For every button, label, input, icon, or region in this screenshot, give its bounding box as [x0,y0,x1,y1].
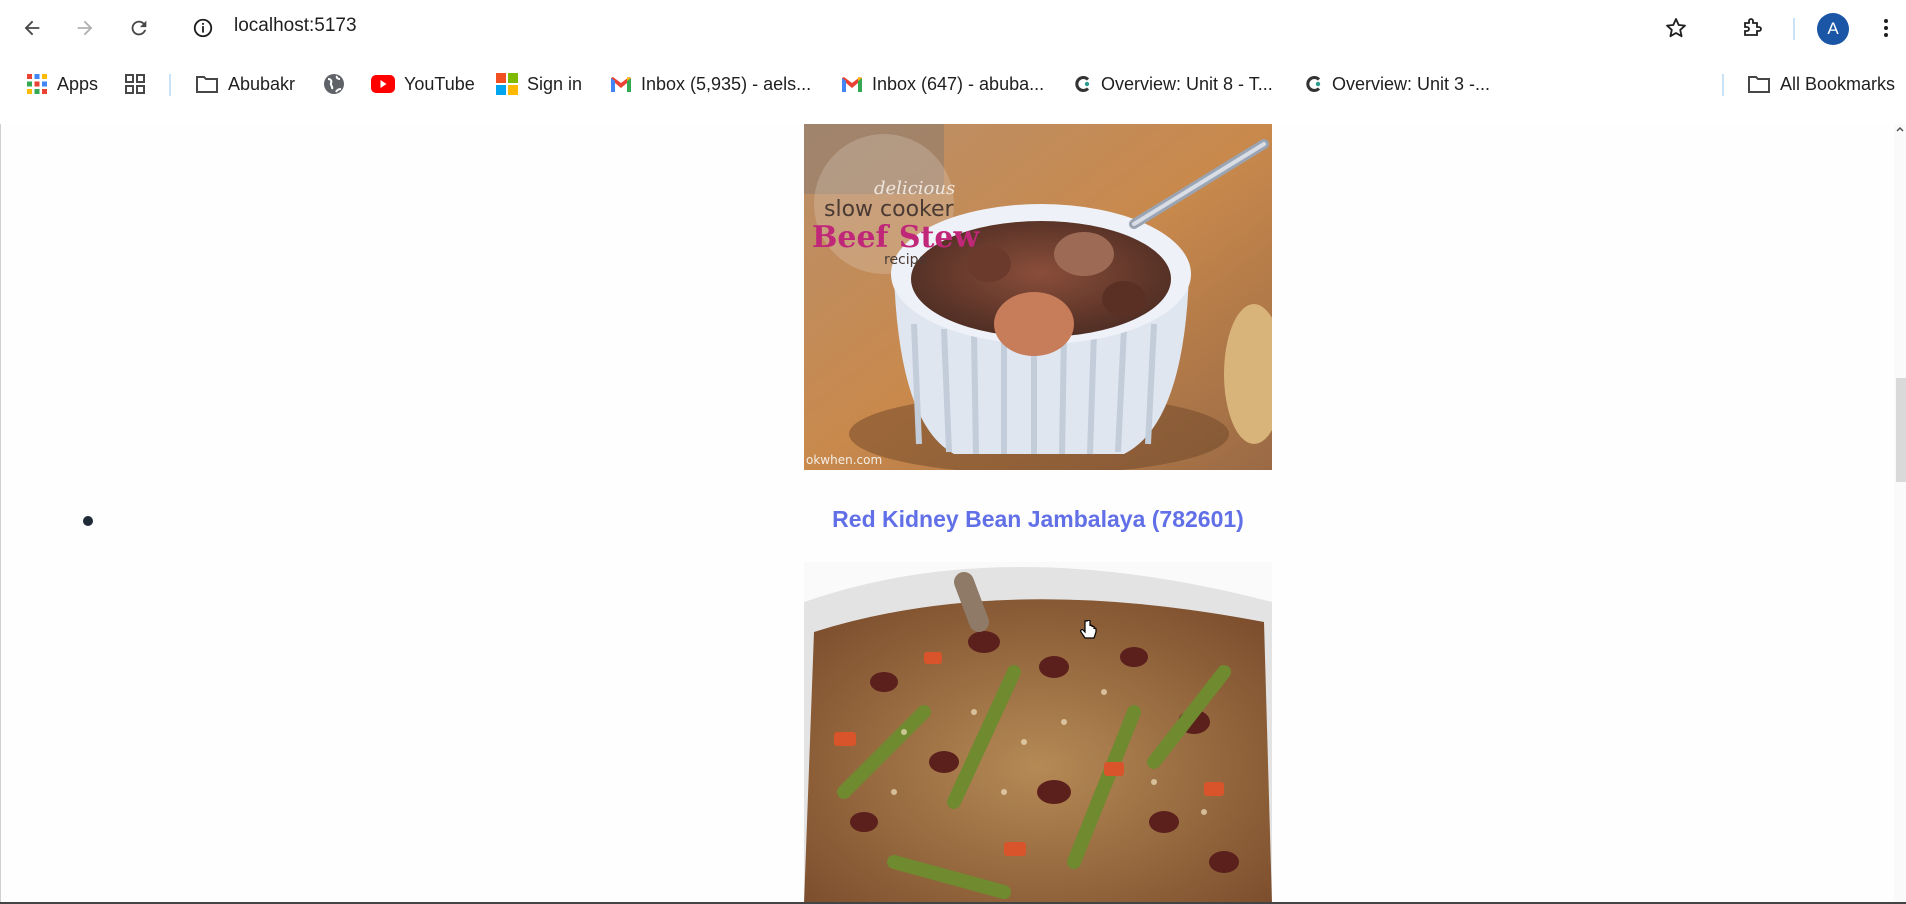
bookmark-signin-label: Sign in [527,73,583,94]
photo-caption-slow-cooker: slow cooker [824,197,955,222]
globe-icon [324,74,344,94]
photo-caption-beef-stew: Beef Stew [812,220,980,255]
back-arrow-icon [24,20,40,36]
recipe-image-jambalaya[interactable] [804,562,1272,904]
bookmark-apps-label: Apps [57,73,99,94]
bookmark-youtube[interactable]: YouTube [371,70,475,98]
bookmarks-divider [169,74,171,96]
bookmark-inbox-2-label: Inbox (647) - abuba... [872,73,1045,94]
page-scrollbar[interactable] [1894,124,1906,904]
photo-caption-recipe: recipe [884,252,927,268]
beef-stew-photo: delicious slow cooker Beef Stew recipe o… [804,124,1272,470]
course-logo-icon [1306,76,1321,92]
menu-button[interactable] [1870,12,1902,44]
gmail-icon [611,76,631,92]
gmail-icon [842,76,862,92]
microsoft-icon [496,73,518,95]
bookmark-inbox-2[interactable]: Inbox (647) - abuba... [841,70,1044,98]
page-content: delicious slow cooker Beef Stew recipe o… [0,124,1906,904]
bookmark-all[interactable]: All Bookmarks [1747,70,1895,98]
reload-button[interactable] [123,12,155,44]
apps-grid-icon [27,74,47,94]
recipe-image-beef-stew[interactable]: delicious slow cooker Beef Stew recipe o… [804,124,1272,470]
bookmark-overview-2-label: Overview: Unit 3 -... [1332,73,1491,94]
bookmark-apps[interactable]: Apps [26,70,98,98]
jambalaya-photo [804,562,1272,904]
bookmark-inbox-1[interactable]: Inbox (5,935) - aels... [610,70,811,98]
bookmark-youtube-label: YouTube [404,73,475,94]
address-bar[interactable]: localhost:5173 [234,15,357,37]
back-button[interactable] [16,12,48,44]
photo-caption-delicious: delicious [874,178,955,199]
photo-watermark: okwhen.com [806,453,882,467]
puzzle-icon [1744,18,1762,36]
reload-icon [131,20,147,36]
youtube-icon [371,75,395,93]
bookmarks-divider-right [1722,74,1724,96]
bookmark-globe[interactable] [323,70,345,98]
hand-cursor-icon [1080,620,1097,639]
bookmarks-bar: Apps Abubakr YouTube Sign in Inbox (5,93… [0,64,1906,104]
bookmark-folder-abubakr-label: Abubakr [228,73,296,94]
browser-toolbar: localhost:5173 A [0,0,1906,56]
tab-groups-icon [125,74,145,94]
recipe-link-red-kidney-bean-jambalaya[interactable]: Red Kidney Bean Jambalaya (782601) [1,506,1906,533]
extensions-button[interactable] [1736,12,1768,44]
bookmark-signin[interactable]: Sign in [496,70,582,98]
bookmark-overview-1-label: Overview: Unit 8 - T... [1101,73,1273,94]
folder-icon [196,76,218,93]
toolbar-divider [1793,18,1795,40]
star-icon [1666,18,1686,38]
more-vert-icon [1884,19,1888,37]
browser-chrome: localhost:5173 A Apps Abubakr YouTube Si… [0,0,1906,124]
tab-groups-button[interactable] [124,70,146,98]
forward-arrow-icon [77,20,93,36]
bookmark-all-label: All Bookmarks [1780,73,1896,94]
scroll-up-arrow-icon[interactable] [1895,124,1905,134]
bookmark-folder-abubakr[interactable]: Abubakr [195,70,295,98]
site-info-icon[interactable] [192,17,214,39]
bookmark-star-button[interactable] [1660,12,1692,44]
course-logo-icon [1075,76,1090,92]
bookmark-inbox-1-label: Inbox (5,935) - aels... [641,73,812,94]
scrollbar-thumb[interactable] [1896,378,1906,482]
profile-avatar[interactable]: A [1817,13,1849,45]
forward-button[interactable] [69,12,101,44]
folder-icon [1748,76,1770,93]
bookmark-overview-1[interactable]: Overview: Unit 8 - T... [1074,70,1273,98]
bookmark-overview-2[interactable]: Overview: Unit 3 -... [1305,70,1490,98]
